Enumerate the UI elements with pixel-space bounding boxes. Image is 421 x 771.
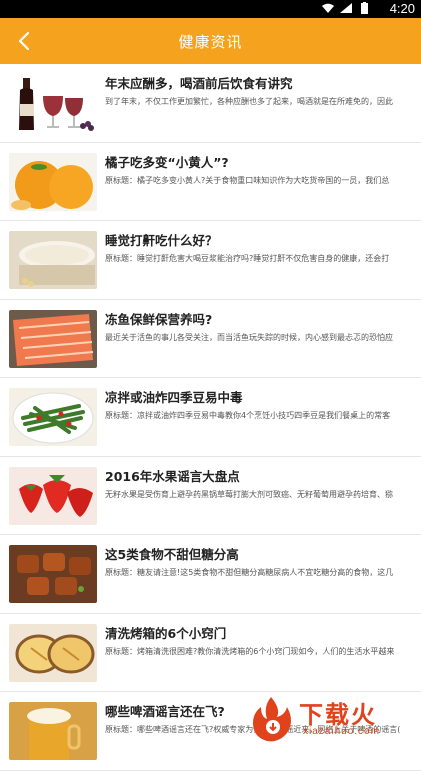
article-title: 橘子吃多变“小黄人”?	[105, 152, 411, 171]
app-header: 健康资讯	[0, 18, 421, 64]
watermark-logo: 下载火 xiazaihuo.com	[247, 695, 415, 743]
article-summary: 无籽水果是受伤育上避孕药黑锅草莓打膨大剂可致癌、无籽葡萄用避孕药培育、猕	[105, 489, 413, 501]
article-summary: 原标题：烤箱清洗很困难?教你清洗烤箱的6个小窍门现如今，人们的生活水平越来	[105, 646, 413, 658]
article-title: 睡觉打鼾吃什么好？	[105, 230, 411, 249]
baked-potato-thumbnail	[9, 624, 97, 682]
article-list: 年末应酬多，喝酒前后饮食有讲究 到了年末，不仅工作更加繁忙，各种应酬也多了起来，…	[0, 64, 421, 771]
article-title: 清洗烤箱的6个小窍门	[105, 623, 411, 642]
article-title: 2016年水果谣言大盘点	[105, 466, 411, 485]
watermark-text: 下载火	[299, 695, 377, 730]
list-item[interactable]: 橘子吃多变“小黄人”? 原标题：橘子吃多变小黄人?关于食物重口味知识作为大吃货帝…	[0, 143, 421, 222]
wifi-icon	[321, 2, 335, 14]
list-item[interactable]: 年末应酬多，喝酒前后饮食有讲究 到了年末，不仅工作更加繁忙，各种应酬也多了起来，…	[0, 64, 421, 143]
strawberry-thumbnail	[9, 467, 97, 525]
page-title: 健康资讯	[0, 31, 421, 52]
battery-icon	[357, 2, 371, 14]
list-item[interactable]: 这5类食物不甜但糖分高 原标题：糖友请注意!这5类食物不甜但糖分高糖尿病人不宜吃…	[0, 535, 421, 614]
beer-thumbnail	[9, 702, 97, 760]
list-item[interactable]: 凉拌或油炸四季豆易中毒 原标题：凉拌或油炸四季豆易中毒教你4个烹饪小技巧四季豆是…	[0, 378, 421, 457]
list-item[interactable]: 2016年水果谣言大盘点 无籽水果是受伤育上避孕药黑锅草莓打膨大剂可致癌、无籽葡…	[0, 457, 421, 536]
signal-icon	[339, 2, 353, 14]
article-title: 年末应酬多，喝酒前后饮食有讲究	[105, 73, 411, 92]
flame-logo-icon	[247, 695, 295, 743]
wine-thumbnail	[9, 74, 97, 132]
watermark-url: xiazaihuo.com	[303, 726, 380, 737]
status-time: 4:20	[390, 1, 415, 16]
article-title: 这5类食物不甜但糖分高	[105, 544, 411, 563]
article-summary: 到了年末，不仅工作更加繁忙，各种应酬也多了起来，喝酒就是在所难免的，因此	[105, 96, 413, 108]
article-summary: 原标题：糖友请注意!这5类食物不甜但糖分高糖尿病人不宜吃糖分高的食物，这几	[105, 567, 413, 579]
salmon-thumbnail	[9, 310, 97, 368]
status-bar: 4:20	[0, 0, 421, 18]
article-summary: 原标题：凉拌或油炸四季豆易中毒教你4个烹饪小技巧四季豆是我们餐桌上的常客	[105, 410, 413, 422]
green-beans-thumbnail	[9, 388, 97, 446]
list-item[interactable]: 清洗烤箱的6个小窍门 原标题：烤箱清洗很困难?教你清洗烤箱的6个小窍门现如今，人…	[0, 614, 421, 693]
article-summary: 原标题：橘子吃多变小黄人?关于食物重口味知识作为大吃货帝国的一员，我们总	[105, 175, 413, 187]
orange-thumbnail	[9, 153, 97, 211]
braised-pork-thumbnail	[9, 545, 97, 603]
article-summary: 最近关于活鱼的事儿各受关注，而当活鱼玩失踪的时候，内心感到最忐忑的恐怕应	[105, 332, 413, 344]
list-item[interactable]: 睡觉打鼾吃什么好？ 原标题：睡觉打鼾危害大喝豆浆能治疗吗?睡觉打鼾不仅危害自身的…	[0, 221, 421, 300]
article-title: 凉拌或油炸四季豆易中毒	[105, 387, 411, 406]
list-item[interactable]: 冻鱼保鲜保营养吗? 最近关于活鱼的事儿各受关注，而当活鱼玩失踪的时候，内心感到最…	[0, 300, 421, 379]
article-title: 冻鱼保鲜保营养吗?	[105, 309, 411, 328]
article-summary: 原标题：睡觉打鼾危害大喝豆浆能治疗吗?睡觉打鼾不仅危害自身的健康，还会打	[105, 253, 413, 265]
soymilk-thumbnail	[9, 231, 97, 289]
status-icons	[321, 2, 371, 14]
